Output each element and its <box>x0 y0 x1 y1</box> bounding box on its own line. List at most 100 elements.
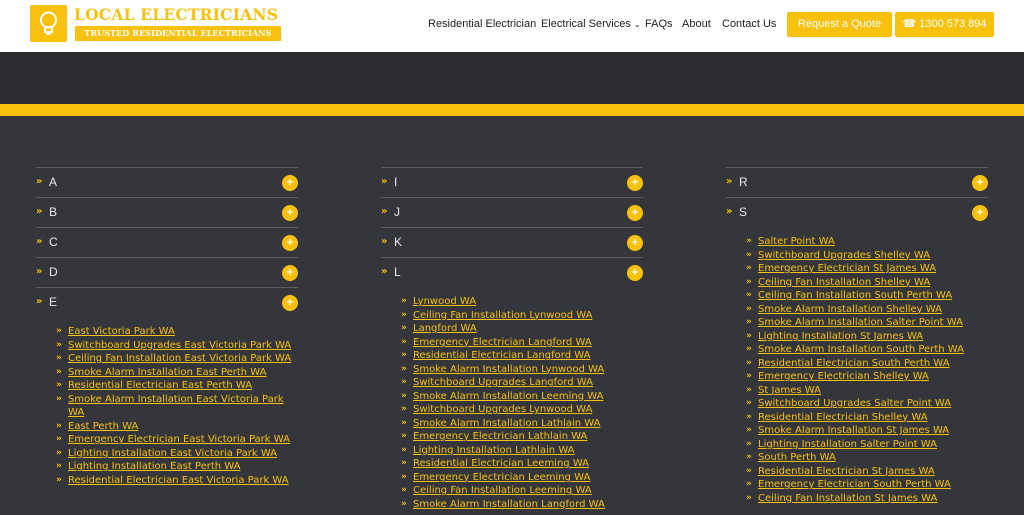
expand-plus-icon[interactable]: + <box>282 295 298 311</box>
location-link[interactable]: Smoke Alarm Installation South Perth WA <box>758 344 964 355</box>
list-item: » Emergency Electrician Langford WA <box>401 336 643 350</box>
location-link[interactable]: Residential Electrician Leeming WA <box>413 458 589 469</box>
location-link[interactable]: Switchboard Upgrades Langford WA <box>413 377 593 388</box>
nav-faqs[interactable]: FAQs <box>645 18 673 30</box>
double-chevron-icon: » <box>56 447 62 458</box>
location-link[interactable]: St James WA <box>758 385 821 396</box>
location-link[interactable]: Emergency Electrician South Perth WA <box>758 479 951 490</box>
location-link[interactable]: Emergency Electrician Langford WA <box>413 337 592 348</box>
location-link[interactable]: Salter Point WA <box>758 236 835 247</box>
location-link[interactable]: Emergency Electrician Shelley WA <box>758 371 929 382</box>
expand-plus-icon[interactable]: + <box>282 175 298 191</box>
location-link[interactable]: Lighting Installation East Perth WA <box>68 461 240 472</box>
location-link[interactable]: Switchboard Upgrades East Victoria Park … <box>68 340 291 351</box>
chevron-down-icon: ⌄ <box>633 20 641 29</box>
accordion-item-k[interactable]: » K + <box>381 227 643 257</box>
list-item: » Residential Electrician East Victoria P… <box>56 474 298 488</box>
expand-plus-icon[interactable]: + <box>282 205 298 221</box>
double-chevron-icon: » <box>36 266 43 277</box>
list-item: » St James WA <box>746 384 988 398</box>
double-chevron-icon: » <box>746 438 752 449</box>
accordion-item-r[interactable]: » R + <box>726 167 988 197</box>
location-link[interactable]: Ceiling Fan Installation Shelley WA <box>758 277 930 288</box>
double-chevron-icon: » <box>726 176 733 187</box>
accordion-item-a[interactable]: » A + <box>36 167 298 197</box>
expand-plus-icon[interactable]: + <box>627 265 643 281</box>
location-link[interactable]: Smoke Alarm Installation East Victoria P… <box>68 394 284 419</box>
location-link[interactable]: Residential Electrician St James WA <box>758 466 935 477</box>
location-link[interactable]: Smoke Alarm Installation Lathlain WA <box>413 418 600 429</box>
nav-residential-electrician[interactable]: Residential Electrician <box>428 18 536 30</box>
accordion-item-j[interactable]: » J + <box>381 197 643 227</box>
location-link[interactable]: Residential Electrician South Perth WA <box>758 358 950 369</box>
accordion-column-3: » R + » S + » Salter Point WA » Switchboard Up… <box>726 167 988 505</box>
list-item: » Residential Electrician South Perth WA <box>746 357 988 371</box>
double-chevron-icon: » <box>746 290 752 300</box>
expand-plus-icon[interactable]: + <box>627 205 643 221</box>
double-chevron-icon: » <box>401 390 407 401</box>
location-link[interactable]: Switchboard Upgrades Salter Point WA <box>758 398 951 409</box>
expand-plus-icon[interactable]: + <box>282 235 298 251</box>
location-link[interactable]: Ceiling Fan Installation St James WA <box>758 493 937 504</box>
request-quote-button[interactable]: Request a Quote <box>787 12 892 37</box>
location-link[interactable]: South Perth WA <box>758 452 836 463</box>
location-link[interactable]: Switchboard Upgrades Shelley WA <box>758 250 930 261</box>
accordion-letter: K <box>394 235 403 249</box>
accordion-item-b[interactable]: » B + <box>36 197 298 227</box>
double-chevron-icon: » <box>746 344 752 354</box>
location-link[interactable]: Lynwood WA <box>413 296 476 307</box>
double-chevron-icon: » <box>381 176 388 187</box>
location-link[interactable]: Residential Electrician Shelley WA <box>758 412 928 423</box>
expand-plus-icon[interactable]: + <box>282 265 298 281</box>
expand-plus-icon[interactable]: + <box>627 235 643 251</box>
accordion-item-d[interactable]: » D + <box>36 257 298 287</box>
accordion-item-s[interactable]: » S + <box>726 197 988 227</box>
location-link[interactable]: Ceiling Fan Installation East Victoria P… <box>68 353 291 364</box>
location-link[interactable]: Emergency Electrician St James WA <box>758 263 936 274</box>
location-link[interactable]: Lighting Installation East Victoria Park… <box>68 448 277 459</box>
location-link[interactable]: Smoke Alarm Installation Lynwood WA <box>413 364 604 375</box>
location-link[interactable]: East Victoria Park WA <box>68 326 175 337</box>
accordion-item-l[interactable]: » L + <box>381 257 643 287</box>
location-link[interactable]: Ceiling Fan Installation South Perth WA <box>758 290 952 301</box>
expand-plus-icon[interactable]: + <box>972 175 988 191</box>
location-link[interactable]: Residential Electrician Langford WA <box>413 350 590 361</box>
location-link[interactable]: Langford WA <box>413 323 477 334</box>
location-link[interactable]: Lighting Installation Lathlain WA <box>413 445 575 456</box>
nav-electrical-services[interactable]: Electrical Services ⌄ <box>541 18 641 30</box>
double-chevron-icon: » <box>746 452 752 462</box>
location-link[interactable]: Lighting Installation Salter Point WA <box>758 439 937 450</box>
accordion-letter: E <box>49 295 58 309</box>
nav-electrical-services-label: Electrical Services <box>541 18 631 30</box>
location-link[interactable]: Smoke Alarm Installation Langford WA <box>413 499 605 510</box>
nav-about[interactable]: About <box>682 18 711 30</box>
list-item: » Smoke Alarm Installation Lynwood WA <box>401 363 643 377</box>
location-link[interactable]: Smoke Alarm Installation East Perth WA <box>68 367 266 378</box>
location-link[interactable]: Smoke Alarm Installation St James WA <box>758 425 949 436</box>
location-link[interactable]: Ceiling Fan Installation Leeming WA <box>413 485 592 496</box>
location-link[interactable]: Smoke Alarm Installation Salter Point WA <box>758 317 963 328</box>
location-link[interactable]: East Perth WA <box>68 421 138 432</box>
location-link[interactable]: Switchboard Upgrades Lynwood WA <box>413 404 592 415</box>
location-link[interactable]: Emergency Electrician Leeming WA <box>413 472 590 483</box>
location-link[interactable]: Emergency Electrician Lathlain WA <box>413 431 587 442</box>
location-link[interactable]: Lighting Installation St James WA <box>758 331 923 342</box>
accordion-item-c[interactable]: » C + <box>36 227 298 257</box>
location-link[interactable]: Residential Electrician East Perth WA <box>68 380 252 391</box>
location-link[interactable]: Smoke Alarm Installation Leeming WA <box>413 391 603 402</box>
list-item: » Switchboard Upgrades Langford WA <box>401 376 643 390</box>
list-item: » Smoke Alarm Installation East Perth WA <box>56 366 298 380</box>
location-link[interactable]: Smoke Alarm Installation Shelley WA <box>758 304 942 315</box>
accordion-item-e[interactable]: » E + <box>36 287 298 317</box>
expand-plus-icon[interactable]: + <box>972 205 988 221</box>
nav-contact-us[interactable]: Contact Us <box>722 18 776 30</box>
expand-plus-icon[interactable]: + <box>627 175 643 191</box>
location-link[interactable]: Ceiling Fan Installation Lynwood WA <box>413 310 592 321</box>
location-link[interactable]: Residential Electrician East Victoria Pa… <box>68 475 289 486</box>
accordion-item-i[interactable]: » I + <box>381 167 643 197</box>
site-logo[interactable]: LOCAL ELECTRICIANS TRUSTED RESIDENTIAL E… <box>30 5 281 42</box>
phone-number: 1300 573 894 <box>919 18 987 30</box>
double-chevron-icon: » <box>56 461 62 471</box>
location-link[interactable]: Emergency Electrician East Victoria Park… <box>68 434 290 445</box>
phone-button[interactable]: ☎ 1300 573 894 <box>895 12 994 37</box>
